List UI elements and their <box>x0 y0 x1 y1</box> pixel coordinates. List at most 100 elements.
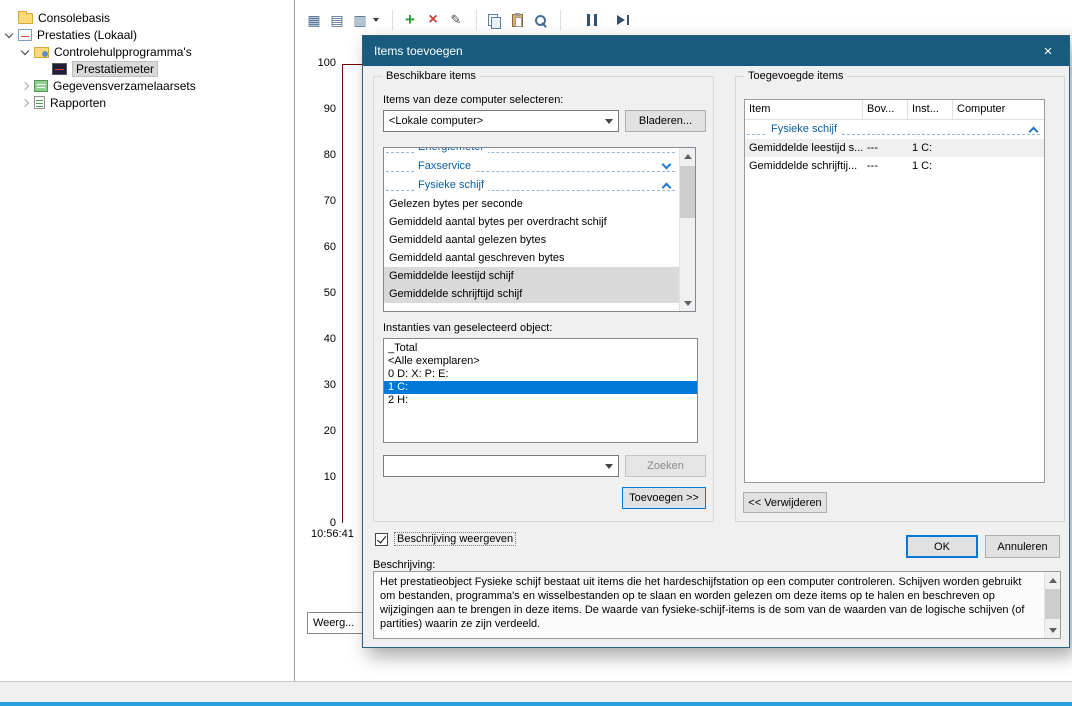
select-computer-label: Items van deze computer selecteren: <box>383 94 564 106</box>
dialog-titlebar[interactable]: Items toevoegen <box>363 36 1069 66</box>
available-items-group-label: Beschikbare items <box>382 70 480 82</box>
counter-item-selected[interactable]: Gemiddelde leestijd schijf <box>384 267 679 285</box>
tree-item-prestaties[interactable]: Prestaties (Lokaal) <box>0 26 294 43</box>
added-items-group-label: Toegevoegde items <box>744 70 848 82</box>
chevron-down-icon[interactable] <box>661 159 672 170</box>
edit-icon[interactable]: ✎ <box>446 10 466 30</box>
paste-icon[interactable] <box>507 10 527 30</box>
scroll-down-icon[interactable] <box>1045 622 1060 638</box>
show-description-label[interactable]: Beschrijving weergeven <box>394 532 517 546</box>
add-counter-icon[interactable]: + <box>400 10 420 30</box>
counter-category-fysieke-schijf[interactable]: Fysieke schijf <box>384 176 679 195</box>
triangle-down-icon <box>683 300 692 306</box>
chevron-down-icon <box>604 118 613 124</box>
added-item-computer <box>953 139 1044 157</box>
remove-button[interactable]: << Verwijderen <box>743 492 827 513</box>
paste-icon-glyph <box>511 12 523 27</box>
toolbar-separator <box>476 10 477 30</box>
log-icon[interactable]: ▤ <box>327 10 347 30</box>
show-description-row[interactable]: Beschrijving weergeven <box>375 532 517 546</box>
added-item-row[interactable]: Gemiddelde schrijftij... --- 1 C: <box>745 157 1044 175</box>
tree-item-controlehulpprogrammas[interactable]: Controlehulpprogramma's <box>0 43 294 60</box>
instance-item[interactable]: _Total <box>384 342 697 355</box>
app-window: Consolebasis Prestaties (Lokaal) Control… <box>0 0 1072 706</box>
added-items-table[interactable]: Item Bov... Inst... Computer Fysieke sch… <box>744 99 1045 483</box>
counter-category-faxservice[interactable]: Faxservice <box>384 157 679 176</box>
cancel-button[interactable]: Annuleren <box>985 535 1060 558</box>
column-header-computer[interactable]: Computer <box>953 100 1044 119</box>
x-axis-time-label: 10:56:41 <box>311 528 354 540</box>
chevron-collapsed-icon[interactable] <box>20 81 30 90</box>
counter-item-selected[interactable]: Gemiddelde schrijftijd schijf <box>384 285 679 303</box>
update-data-icon[interactable] <box>613 10 633 30</box>
triangle-down-icon <box>1048 627 1057 633</box>
combo-dropdown-zone[interactable] <box>600 112 617 130</box>
delete-counter-icon[interactable]: × <box>423 10 443 30</box>
added-group-fysieke-schijf[interactable]: Fysieke schijf <box>745 120 1044 139</box>
tree-item-label: Prestaties (Lokaal) <box>37 27 138 42</box>
dialog-title: Items toevoegen <box>374 44 463 58</box>
added-item-instance: 1 C: <box>912 142 933 154</box>
copy-icon-glyph <box>488 13 501 29</box>
counter-item[interactable]: Gelezen bytes per seconde <box>384 195 679 213</box>
instance-item[interactable]: <Alle exemplaren> <box>384 355 697 368</box>
tree-item-label: Consolebasis <box>38 10 111 25</box>
added-item-row[interactable]: Gemiddelde leestijd s... --- 1 C: <box>745 139 1044 157</box>
tree-item-label: Gegevensverzamelaarsets <box>53 78 196 93</box>
tree-item-label: Controlehulpprogramma's <box>54 44 192 59</box>
chart-type-dropdown-caret-icon[interactable] <box>373 18 379 22</box>
scroll-down-icon[interactable] <box>680 295 695 311</box>
view-icon[interactable]: ▦ <box>304 10 324 30</box>
tree-item-prestatiemeter[interactable]: Prestatiemeter <box>0 60 294 77</box>
description-scrollbar[interactable] <box>1044 572 1060 638</box>
folder-icon <box>18 11 33 24</box>
zoom-icon-glyph <box>534 14 547 27</box>
counter-list[interactable]: Energiemeter Faxservice Fysieke schijf G… <box>383 147 696 312</box>
chart-type-icon[interactable]: ▥ <box>350 10 370 30</box>
added-item-name: Gemiddelde schrijftij... <box>749 160 858 172</box>
counter-category-energiemeter[interactable]: Energiemeter <box>384 148 679 157</box>
column-header-item[interactable]: Item <box>745 100 863 119</box>
scroll-up-icon[interactable] <box>1045 572 1060 588</box>
instance-list[interactable]: _Total <Alle exemplaren> 0 D: X: P: E: 1… <box>383 338 698 443</box>
ok-button[interactable]: OK <box>906 535 978 558</box>
scroll-up-icon[interactable] <box>680 148 695 164</box>
counter-item[interactable]: Gemiddeld aantal bytes per overdracht sc… <box>384 213 679 231</box>
combo-dropdown-zone[interactable] <box>600 457 617 475</box>
browse-button[interactable]: Bladeren... <box>625 110 706 132</box>
scrollbar-thumb[interactable] <box>680 166 695 218</box>
y-axis-tick: 50 <box>323 287 336 299</box>
scrollbar-thumb[interactable] <box>1045 589 1060 619</box>
instance-item[interactable]: 0 D: X: P: E: <box>384 368 697 381</box>
tree-item-label-selected: Prestatiemeter <box>72 60 159 77</box>
triangle-up-icon <box>683 153 692 159</box>
perfmon-toolbar: ▦ ▤ ▥ + × ✎ <box>296 0 1072 40</box>
counter-list-scrollbar[interactable] <box>679 148 695 311</box>
instance-search-combo[interactable] <box>383 455 619 477</box>
tree-item-gegevensverzamelaarsets[interactable]: Gegevensverzamelaarsets <box>0 77 294 94</box>
chevron-expanded-icon[interactable] <box>4 29 14 38</box>
description-text: Het prestatieobject Fysieke schijf besta… <box>380 576 1025 630</box>
description-box: Het prestatieobject Fysieke schijf besta… <box>373 571 1061 639</box>
pause-icon[interactable] <box>582 10 602 30</box>
checkbox-checked-icon[interactable] <box>375 532 388 546</box>
tree-item-rapporten[interactable]: Rapporten <box>0 94 294 111</box>
computer-combo[interactable]: <Lokale computer> <box>383 110 619 132</box>
add-button[interactable]: Toevoegen >> <box>622 487 706 509</box>
tree-item-consolebasis[interactable]: Consolebasis <box>0 9 294 26</box>
close-icon[interactable]: × <box>1027 36 1069 66</box>
data-collector-sets-icon <box>34 79 48 92</box>
zoom-icon[interactable] <box>530 10 550 30</box>
counter-item[interactable]: Gemiddeld aantal gelezen bytes <box>384 231 679 249</box>
column-header-instantie[interactable]: Inst... <box>908 100 953 119</box>
copy-icon[interactable] <box>484 10 504 30</box>
chevron-expanded-icon[interactable] <box>20 46 30 55</box>
instance-item-selected[interactable]: 1 C: <box>384 381 697 394</box>
counter-item[interactable]: Gemiddeld aantal geschreven bytes <box>384 249 679 267</box>
chevron-collapsed-icon[interactable] <box>20 98 30 107</box>
column-header-bovenliggend[interactable]: Bov... <box>863 100 908 119</box>
added-item-name: Gemiddelde leestijd s... <box>749 142 863 154</box>
instance-item[interactable]: 2 H: <box>384 394 697 407</box>
toolbar-separator <box>392 10 393 30</box>
add-items-dialog: Items toevoegen × Beschikbare items Item… <box>362 35 1070 648</box>
